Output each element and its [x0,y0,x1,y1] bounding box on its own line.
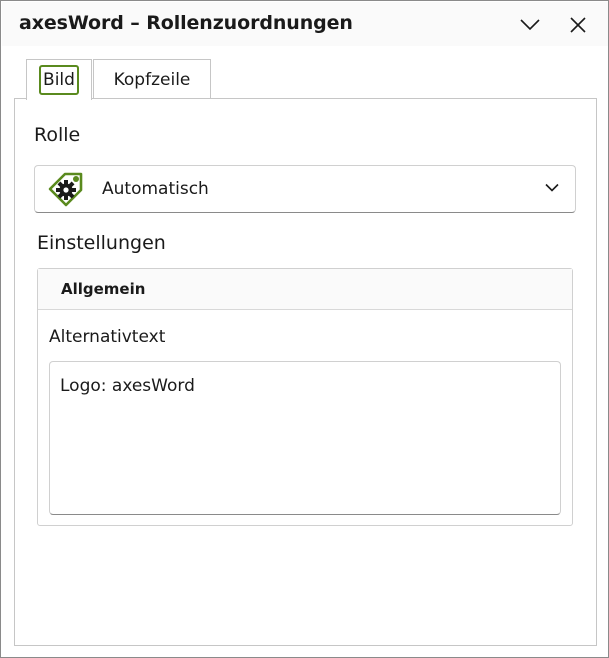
chevron-down-icon [545,183,559,192]
close-button[interactable] [565,12,591,38]
role-dropdown[interactable]: Automatisch [34,165,576,213]
tab-kopfzeile[interactable]: Kopfzeile [93,59,211,99]
alt-text-label: Alternativtext [49,327,166,347]
group-title: Allgemein [61,280,146,298]
close-icon [570,17,586,33]
group-header: Allgemein [38,269,572,310]
role-dropdown-value: Automatisch [102,179,209,199]
chevron-down-icon [520,19,540,31]
window-title: axesWord – Rollenzuordnungen [19,12,353,34]
title-bar: axesWord – Rollenzuordnungen [2,2,608,46]
tab-kopfzeile-label: Kopfzeile [113,69,191,90]
dialog-window: axesWord – Rollenzuordnungen Bild Kopfze… [0,0,609,658]
alt-text-input[interactable]: Logo: axesWord [49,361,561,515]
tab-bild[interactable]: Bild [26,59,92,100]
settings-label: Einstellungen [37,232,166,254]
tab-bild-label: Bild [39,65,79,95]
collapse-button[interactable] [517,12,543,38]
role-label: Rolle [34,124,81,146]
settings-group: Allgemein Alternativtext Logo: axesWord [37,268,573,526]
tag-gear-icon [48,172,83,207]
